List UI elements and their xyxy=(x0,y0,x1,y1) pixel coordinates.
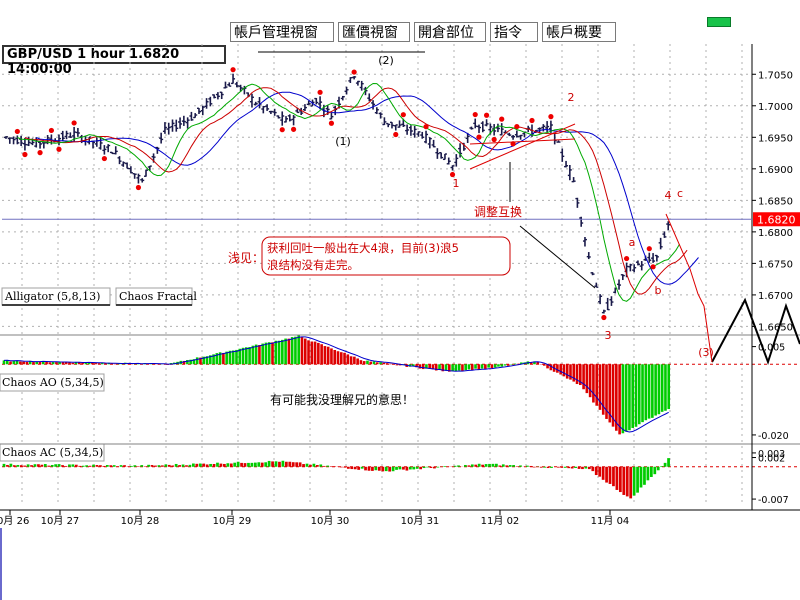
x-tick-label: 10月 27 xyxy=(41,515,80,527)
fractal-down-marker xyxy=(279,127,285,133)
x-tick-label: 10月 31 xyxy=(401,515,440,527)
fractal-up-marker xyxy=(548,114,554,120)
callout-line xyxy=(519,225,596,289)
fractal-down-marker xyxy=(393,131,399,138)
y-tick-label: 1.6800 xyxy=(758,228,793,239)
fractal-down-marker xyxy=(135,184,142,191)
fractal-down-marker xyxy=(476,134,482,140)
fractal-up-marker xyxy=(317,89,323,95)
tab-quotes[interactable]: 匯價視窗 xyxy=(338,22,410,42)
y-tick-label: 1.6950 xyxy=(758,133,793,144)
fractal-down-marker xyxy=(601,314,607,321)
fractal-up-marker xyxy=(71,120,77,126)
wave-label: b xyxy=(655,284,662,297)
fractal-down-marker xyxy=(56,146,62,152)
fractal-down-marker xyxy=(37,150,43,156)
ao-annotation: 有可能我没理解兄的意思！ xyxy=(270,392,414,407)
fractal-up-marker xyxy=(499,116,505,122)
fractal-up-marker xyxy=(514,123,520,130)
tab-account-summary[interactable]: 帳戶概要 xyxy=(542,22,616,42)
tab-open-positions[interactable]: 開倉部位 xyxy=(414,22,486,42)
fractal-up-marker xyxy=(472,111,478,118)
x-tick-label: 10月 28 xyxy=(121,515,160,527)
status-area xyxy=(0,528,800,600)
fractal-up-marker xyxy=(483,112,490,118)
fractal-down-marker xyxy=(22,151,28,158)
tab-toolbar: GBP/USD 1 hour 1.6820 14:00:00 帳戶管理視窗 匯價… xyxy=(0,22,620,77)
tab-account-management[interactable]: 帳戶管理視窗 xyxy=(230,22,334,42)
wave-label: (2) xyxy=(378,54,394,67)
indicator-label-text: Alligator (5,8,13) xyxy=(4,290,100,303)
y-tick-label: 1.6900 xyxy=(758,165,793,176)
ao-y-tick-label: -0.020 xyxy=(758,431,789,442)
fractal-down-marker xyxy=(650,264,656,270)
annotation-adjust-swap: 调整互换 xyxy=(474,204,522,219)
x-tick-label: 10月 30 xyxy=(311,515,350,527)
ao-panel: Chaos AO (5,34,5) xyxy=(0,335,800,435)
chart-area[interactable]: Chaos AO (5,34,5) Chaos AC (5,34,5) 1.70… xyxy=(0,44,800,528)
annotation-overlay: (1) (2) (3) 1 2 3 4 a b c 调整互换浅见：获利回吐一般出在大4浪，目前(3)… xyxy=(1,51,800,407)
connection-status-indicator xyxy=(707,17,731,27)
ac-panel: Chaos AC (5,34,5) xyxy=(0,443,800,499)
y-tick-label: 1.6650 xyxy=(758,322,793,333)
last-price-value: 1.6820 xyxy=(757,213,796,226)
annotation-callout-text-line2: 浪结构没有走完。 xyxy=(267,258,359,272)
wave-label: c xyxy=(677,187,683,200)
fractal-up-marker xyxy=(529,117,535,124)
fractal-down-marker xyxy=(491,136,497,143)
x-tick-label: 10月 26 xyxy=(0,515,29,527)
fractal-up-marker xyxy=(646,246,652,252)
wave-label: a xyxy=(629,236,636,249)
wave-label: 4 xyxy=(665,189,672,202)
ac-label: Chaos AC (5,34,5) xyxy=(2,446,103,459)
x-tick-label: 11月 02 xyxy=(481,515,520,527)
ac-y-tick-label: 0.002 xyxy=(758,454,785,465)
window-top-strip xyxy=(0,0,800,22)
tab-orders[interactable]: 指令 xyxy=(490,22,538,42)
fractal-up-marker xyxy=(423,124,429,130)
fractal-up-marker xyxy=(14,128,20,135)
y-tick-label: 1.6750 xyxy=(758,259,793,270)
fractal-up-marker xyxy=(230,67,236,73)
price-panel xyxy=(4,67,699,321)
wave-label: (3) xyxy=(698,346,714,359)
wave-label: 3 xyxy=(605,329,612,342)
y-tick-label: 1.6700 xyxy=(758,291,793,302)
wave-label: 1 xyxy=(453,177,460,190)
fractal-down-marker xyxy=(328,120,335,126)
annotation-callout-text-line1: 获利回吐一般出在大4浪，目前(3)浪5 xyxy=(267,241,459,255)
fractal-up-marker xyxy=(351,69,357,75)
fractal-up-marker xyxy=(400,112,406,118)
fractal-up-marker xyxy=(623,255,630,262)
projected-c-path xyxy=(665,213,713,363)
y-tick-label: 1.7000 xyxy=(758,102,793,113)
annotation-opinion-label: 浅见： xyxy=(228,251,264,265)
y-tick-label: 1.7050 xyxy=(758,70,793,81)
indicator-label-text: Chaos Fractal xyxy=(119,290,197,303)
wave-label: 2 xyxy=(568,91,575,104)
ac-y-tick-label: -0.007 xyxy=(758,495,789,506)
x-tick-label: 10月 29 xyxy=(213,515,252,527)
y-tick-label: 1.6850 xyxy=(758,196,793,207)
fractal-up-marker xyxy=(48,127,55,134)
ao-label: Chaos AO (5,34,5) xyxy=(2,376,104,389)
fractal-down-marker xyxy=(290,126,297,132)
x-tick-label: 11月 04 xyxy=(591,515,630,527)
left-edge-bar xyxy=(0,528,2,600)
fractal-down-marker xyxy=(101,155,107,162)
wave-label: (1) xyxy=(335,135,351,148)
